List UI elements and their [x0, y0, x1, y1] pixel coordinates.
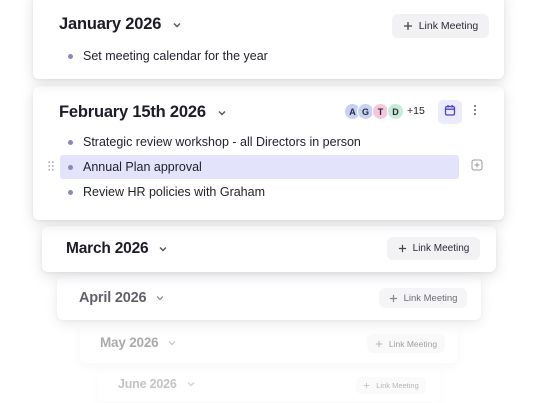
bullet-icon: [68, 139, 73, 145]
plus-icon: [389, 294, 398, 303]
bullet-icon: [68, 164, 73, 170]
calendar-icon: [444, 103, 456, 121]
agenda-item[interactable]: Strategic review workshop - all Director…: [68, 135, 361, 149]
plus-icon: [363, 382, 370, 389]
add-subitem-button[interactable]: [470, 158, 484, 176]
bullet-icon: [68, 189, 73, 195]
drag-handle[interactable]: [46, 160, 56, 174]
month-card-march: March 2026 Link Meeting: [42, 226, 496, 272]
chevron-down-icon[interactable]: [166, 337, 178, 349]
month-card-april: April 2026 Link Meeting: [57, 276, 481, 320]
link-meeting-button[interactable]: Link Meeting: [387, 237, 480, 260]
plus-square-icon: [471, 158, 483, 176]
plus-icon: [403, 21, 413, 31]
more-vertical-icon: [473, 103, 477, 121]
more-options-button[interactable]: [468, 102, 482, 122]
link-meeting-label: Link Meeting: [388, 338, 438, 349]
agenda-item-text: Annual Plan approval: [83, 160, 202, 174]
chevron-down-icon[interactable]: [216, 107, 228, 119]
link-meeting-label: Link Meeting: [412, 243, 470, 254]
month-card-may: May 2026 Link Meeting: [80, 323, 458, 363]
month-title: March 2026: [66, 240, 149, 257]
month-card-february: February 15th 2026 A G T D +15 Strategic…: [33, 86, 504, 220]
chevron-down-icon[interactable]: [171, 19, 183, 31]
plus-icon: [375, 340, 383, 348]
month-title: January 2026: [59, 15, 162, 33]
attendee-avatars[interactable]: A G T D +15: [344, 103, 434, 121]
link-meeting-button[interactable]: Link Meeting: [379, 288, 467, 308]
month-card-january: January 2026 Link Meeting Set meeting ca…: [33, 0, 504, 79]
chevron-down-icon[interactable]: [157, 243, 169, 255]
agenda-item[interactable]: Set meeting calendar for the year: [68, 49, 268, 63]
bullet-icon: [68, 53, 73, 59]
agenda-item-text: Review HR policies with Graham: [83, 185, 266, 199]
month-title: April 2026: [79, 290, 147, 306]
plus-icon: [398, 244, 407, 253]
link-meeting-button[interactable]: Link Meeting: [356, 377, 426, 394]
link-meeting-label: Link Meeting: [376, 381, 419, 390]
drag-handle-icon: [48, 158, 54, 176]
attendee-extra-count: +15: [407, 105, 425, 117]
link-meeting-label: Link Meeting: [403, 292, 458, 304]
avatar: D: [387, 103, 404, 120]
month-title: February 15th 2026: [59, 103, 206, 121]
calendar-button[interactable]: [438, 100, 462, 124]
month-title: May 2026: [100, 335, 159, 350]
chevron-down-icon[interactable]: [154, 292, 166, 304]
agenda-item-text: Strategic review workshop - all Director…: [83, 135, 361, 149]
agenda-item[interactable]: Review HR policies with Graham: [68, 185, 265, 199]
link-meeting-label: Link Meeting: [418, 20, 479, 32]
agenda-item-text: Set meeting calendar for the year: [83, 49, 268, 63]
link-meeting-button[interactable]: Link Meeting: [392, 14, 489, 38]
agenda-item-selected[interactable]: Annual Plan approval: [68, 160, 202, 174]
link-meeting-button[interactable]: Link Meeting: [367, 334, 445, 353]
month-title: June 2026: [118, 377, 177, 391]
chevron-down-icon[interactable]: [185, 378, 197, 390]
month-card-june: June 2026 Link Meeting: [98, 368, 440, 402]
